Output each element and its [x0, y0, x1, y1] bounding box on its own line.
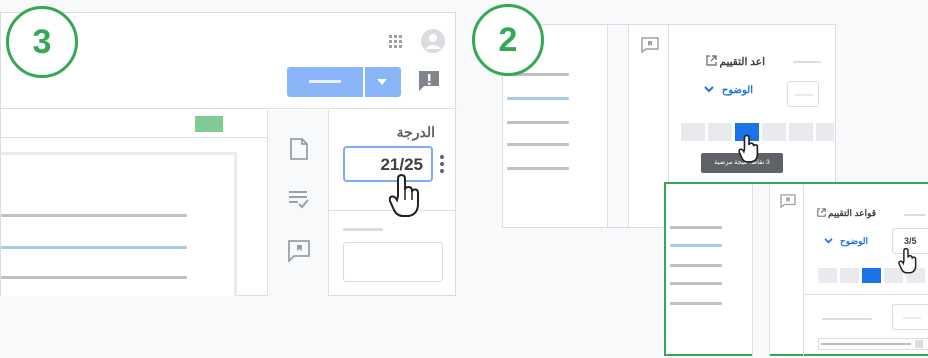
- return-dropdown-button[interactable]: [365, 67, 401, 97]
- rating-cell[interactable]: [708, 123, 732, 141]
- list-line: [507, 143, 569, 146]
- open-in-new-icon: [816, 208, 826, 217]
- feedback-icon[interactable]: [417, 69, 441, 93]
- chevron-down-icon: [824, 238, 834, 244]
- grade-value: 21/25: [380, 155, 423, 174]
- rating-cell[interactable]: [816, 123, 834, 141]
- list-line: [670, 282, 722, 285]
- placeholder-line: [793, 61, 821, 63]
- divider: [804, 294, 928, 295]
- criterion-toggle[interactable]: الوضوح: [677, 85, 753, 96]
- side-rail: [267, 110, 329, 296]
- comment-field[interactable]: [818, 338, 928, 350]
- more-vert-icon[interactable]: [439, 154, 445, 174]
- rating-cell[interactable]: [818, 268, 837, 283]
- rubric-window-front: قواعد التقييم الوضوح 3/5: [664, 182, 928, 356]
- placeholder-line: [904, 214, 926, 216]
- rubric-icon[interactable]: [288, 190, 310, 210]
- step-badge-2: 2: [472, 4, 544, 76]
- return-button[interactable]: [287, 67, 363, 97]
- rating-cell[interactable]: [762, 123, 786, 141]
- rating-cell[interactable]: [681, 123, 705, 141]
- comment-rail: [770, 184, 804, 356]
- criterion-toggle[interactable]: الوضوح: [804, 236, 868, 247]
- chevron-down-icon: [377, 79, 387, 85]
- rubric-link[interactable]: اعد التقييم: [677, 55, 765, 68]
- document-area: [1, 110, 267, 296]
- points-input[interactable]: [892, 304, 928, 330]
- comment-icon[interactable]: [780, 194, 796, 209]
- document-line-highlighted: [1, 246, 187, 249]
- document-line: [1, 214, 187, 217]
- grade-label: الدرجة: [396, 124, 435, 140]
- rating-cell-selected[interactable]: [862, 268, 881, 283]
- rating-cell[interactable]: [789, 123, 813, 141]
- chevron-down-icon: [704, 86, 714, 93]
- list-line-selected: [670, 244, 722, 247]
- list-line-selected: [507, 97, 569, 100]
- green-marker: [195, 116, 223, 132]
- comment-icon[interactable]: [641, 37, 659, 54]
- list-line: [670, 302, 722, 305]
- open-in-new-icon: [705, 55, 717, 66]
- file-icon[interactable]: [290, 138, 308, 160]
- list-line: [670, 226, 722, 229]
- comment-rail: [629, 25, 669, 227]
- step-badge-3: 3: [6, 6, 78, 78]
- list-line: [670, 264, 722, 267]
- student-list: [666, 184, 752, 356]
- document-toolbar: [1, 110, 267, 138]
- rubric-link[interactable]: قواعد التقييم: [804, 208, 876, 219]
- document-line: [1, 276, 187, 279]
- account-icon[interactable]: [421, 29, 445, 53]
- list-line: [507, 167, 569, 170]
- hand-pointer-icon: [738, 134, 760, 164]
- hand-pointer-icon: [898, 247, 918, 274]
- side-rail: [752, 184, 770, 356]
- private-comment-box[interactable]: [343, 242, 443, 282]
- placeholder-line: [822, 318, 872, 320]
- points-input[interactable]: [787, 81, 819, 107]
- points-value: 3/5: [904, 236, 917, 246]
- comment-icon[interactable]: [288, 240, 310, 264]
- document-page: [1, 152, 237, 296]
- list-line: [507, 121, 569, 124]
- placeholder-line: [343, 228, 383, 231]
- rating-cell[interactable]: [840, 268, 859, 283]
- hand-pointer-icon: [388, 173, 422, 218]
- side-rail: [607, 25, 629, 227]
- apps-icon[interactable]: [389, 35, 403, 49]
